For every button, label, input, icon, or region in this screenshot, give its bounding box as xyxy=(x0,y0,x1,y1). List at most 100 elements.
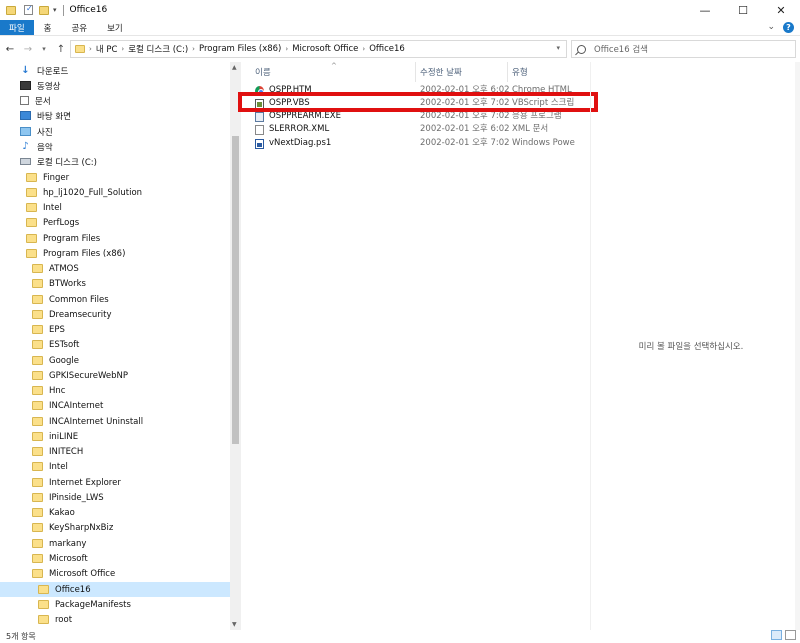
nav-item[interactable]: INCAInternet Uninstall xyxy=(32,414,143,429)
minimize-button[interactable]: — xyxy=(686,0,724,20)
music-icon: ♪ xyxy=(22,141,29,152)
nav-item-label: IPinside_LWS xyxy=(49,492,104,503)
nav-item[interactable]: Hnc xyxy=(32,383,65,398)
nav-item[interactable]: IPinside_LWS xyxy=(32,490,104,505)
nav-item[interactable]: Google xyxy=(32,353,79,368)
nav-scrollbar[interactable]: ▲ ▼ xyxy=(230,62,241,630)
scroll-up-icon[interactable]: ▲ xyxy=(232,64,237,71)
xml-icon xyxy=(255,125,264,135)
forward-icon[interactable]: → xyxy=(21,44,35,55)
folder-icon xyxy=(32,539,43,548)
scroll-down-icon[interactable]: ▼ xyxy=(232,621,237,628)
nav-item[interactable]: Program Files (x86) xyxy=(26,246,125,261)
nav-item[interactable]: 바탕 화면 xyxy=(20,108,71,123)
close-button[interactable]: ✕ xyxy=(762,0,800,20)
breadcrumb-office16[interactable]: Office16 xyxy=(369,44,405,54)
details-view-icon[interactable] xyxy=(771,630,782,640)
help-icon[interactable]: ? xyxy=(783,22,794,33)
column-date[interactable]: 수정한 날짜 xyxy=(420,62,462,82)
nav-item[interactable]: 로컬 디스크 (C:) xyxy=(20,154,97,169)
folder-icon xyxy=(32,493,43,502)
column-name[interactable]: 이름 xyxy=(255,62,271,82)
nav-item[interactable]: ↓ 다운로드 xyxy=(20,63,68,78)
nav-item[interactable]: GPKISecureWebNP xyxy=(32,368,128,383)
nav-item[interactable]: root xyxy=(38,612,72,627)
large-icons-view-icon[interactable] xyxy=(785,630,796,640)
folder-icon xyxy=(26,234,37,243)
pictures-icon xyxy=(20,127,31,136)
nav-item-label: 로컬 디스크 (C:) xyxy=(37,157,97,168)
breadcrumb-program-files-x86[interactable]: Program Files (x86) xyxy=(199,44,281,54)
column-divider[interactable] xyxy=(415,62,416,82)
nav-item[interactable]: ESTsoft xyxy=(32,337,79,352)
expand-ribbon-icon[interactable]: ⌄ xyxy=(767,22,775,33)
nav-item[interactable]: KeySharpNxBiz xyxy=(32,520,113,535)
chevron-right-icon[interactable]: › xyxy=(285,45,288,53)
tab-share[interactable]: 공유 xyxy=(61,20,97,35)
nav-item[interactable]: PerfLogs xyxy=(26,215,79,230)
window-controls: — ☐ ✕ xyxy=(686,0,800,20)
nav-item[interactable]: Intel xyxy=(26,200,62,215)
desktop-icon xyxy=(20,111,31,120)
file-row[interactable]: vNextDiag.ps1 2002-02-01 오후 7:02 Windows P… xyxy=(253,137,575,150)
nav-item[interactable]: 문서 xyxy=(20,93,51,108)
search-input[interactable]: Office16 검색 xyxy=(571,40,796,58)
tab-home[interactable]: 홈 xyxy=(34,20,62,35)
nav-item-label: PerfLogs xyxy=(43,217,80,228)
address-bar[interactable]: › 내 PC › 로컬 디스크 (C:) › Program Files (x8… xyxy=(70,40,567,58)
tab-view[interactable]: 보기 xyxy=(97,20,133,35)
nav-item[interactable]: Intel xyxy=(32,459,68,474)
up-icon[interactable]: ↑ xyxy=(54,44,68,55)
preview-scrollbar[interactable] xyxy=(795,62,800,630)
breadcrumb-this-pc[interactable]: 내 PC xyxy=(96,43,118,55)
file-name: SLERROR.XML xyxy=(269,124,330,134)
nav-item[interactable]: Finger xyxy=(26,170,69,185)
folder-icon xyxy=(26,249,37,258)
nav-item[interactable]: INCAInternet xyxy=(32,398,103,413)
scrollbar-thumb[interactable] xyxy=(232,136,239,444)
nav-item[interactable]: BTWorks xyxy=(32,276,86,291)
nav-item[interactable]: Microsoft xyxy=(32,551,88,566)
nav-item-label: Intel xyxy=(43,202,62,213)
nav-item[interactable]: Microsoft Office xyxy=(32,566,115,581)
maximize-button[interactable]: ☐ xyxy=(724,0,762,20)
folder-icon xyxy=(26,218,37,227)
nav-item[interactable]: Office16 xyxy=(0,582,230,597)
chevron-down-icon[interactable]: ▾ xyxy=(556,44,560,52)
chevron-right-icon[interactable]: › xyxy=(192,45,195,53)
drive-icon xyxy=(20,158,31,165)
breadcrumb-microsoft-office[interactable]: Microsoft Office xyxy=(292,44,358,54)
chevron-right-icon[interactable]: › xyxy=(121,45,124,53)
nav-item[interactable]: PackageManifests xyxy=(38,597,131,612)
nav-item[interactable]: ATMOS xyxy=(32,261,79,276)
nav-item[interactable]: Common Files xyxy=(32,292,109,307)
nav-item[interactable]: INITECH xyxy=(32,444,83,459)
properties-icon[interactable] xyxy=(24,4,33,15)
folder-icon xyxy=(32,432,43,441)
file-row[interactable]: SLERROR.XML 2002-02-01 오후 6:02 XML 문서 xyxy=(253,123,575,136)
folder-icon xyxy=(32,447,43,456)
nav-item[interactable]: ♪ 음악 xyxy=(20,139,52,154)
back-icon[interactable]: ← xyxy=(3,44,17,55)
nav-item[interactable]: hp_lj1020_Full_Solution xyxy=(26,185,142,200)
customize-toolbar-icon[interactable]: ▾ xyxy=(53,6,57,14)
nav-item-label: 바탕 화면 xyxy=(37,111,71,122)
nav-item[interactable]: Dreamsecurity xyxy=(32,307,112,322)
breadcrumb-local-disk[interactable]: 로컬 디스크 (C:) xyxy=(128,43,188,55)
tab-file[interactable]: 파일 xyxy=(0,20,34,35)
chevron-right-icon[interactable]: › xyxy=(362,45,365,53)
nav-item[interactable]: 동영상 xyxy=(20,78,60,93)
nav-item[interactable]: EPS xyxy=(32,322,65,337)
nav-item[interactable]: markany xyxy=(32,536,86,551)
nav-item[interactable]: Program Files xyxy=(26,231,100,246)
nav-item-label: Google xyxy=(49,355,79,366)
recent-locations-icon[interactable]: ▾ xyxy=(37,45,51,53)
nav-item[interactable]: 사진 xyxy=(20,124,53,139)
nav-item[interactable]: Kakao xyxy=(32,505,75,520)
column-type[interactable]: 유형 xyxy=(512,62,528,82)
nav-item[interactable]: iniLINE xyxy=(32,429,78,444)
new-folder-icon[interactable] xyxy=(39,5,49,15)
chevron-right-icon[interactable]: › xyxy=(89,45,92,53)
column-divider[interactable] xyxy=(507,62,508,82)
nav-item[interactable]: Internet Explorer xyxy=(32,475,121,490)
